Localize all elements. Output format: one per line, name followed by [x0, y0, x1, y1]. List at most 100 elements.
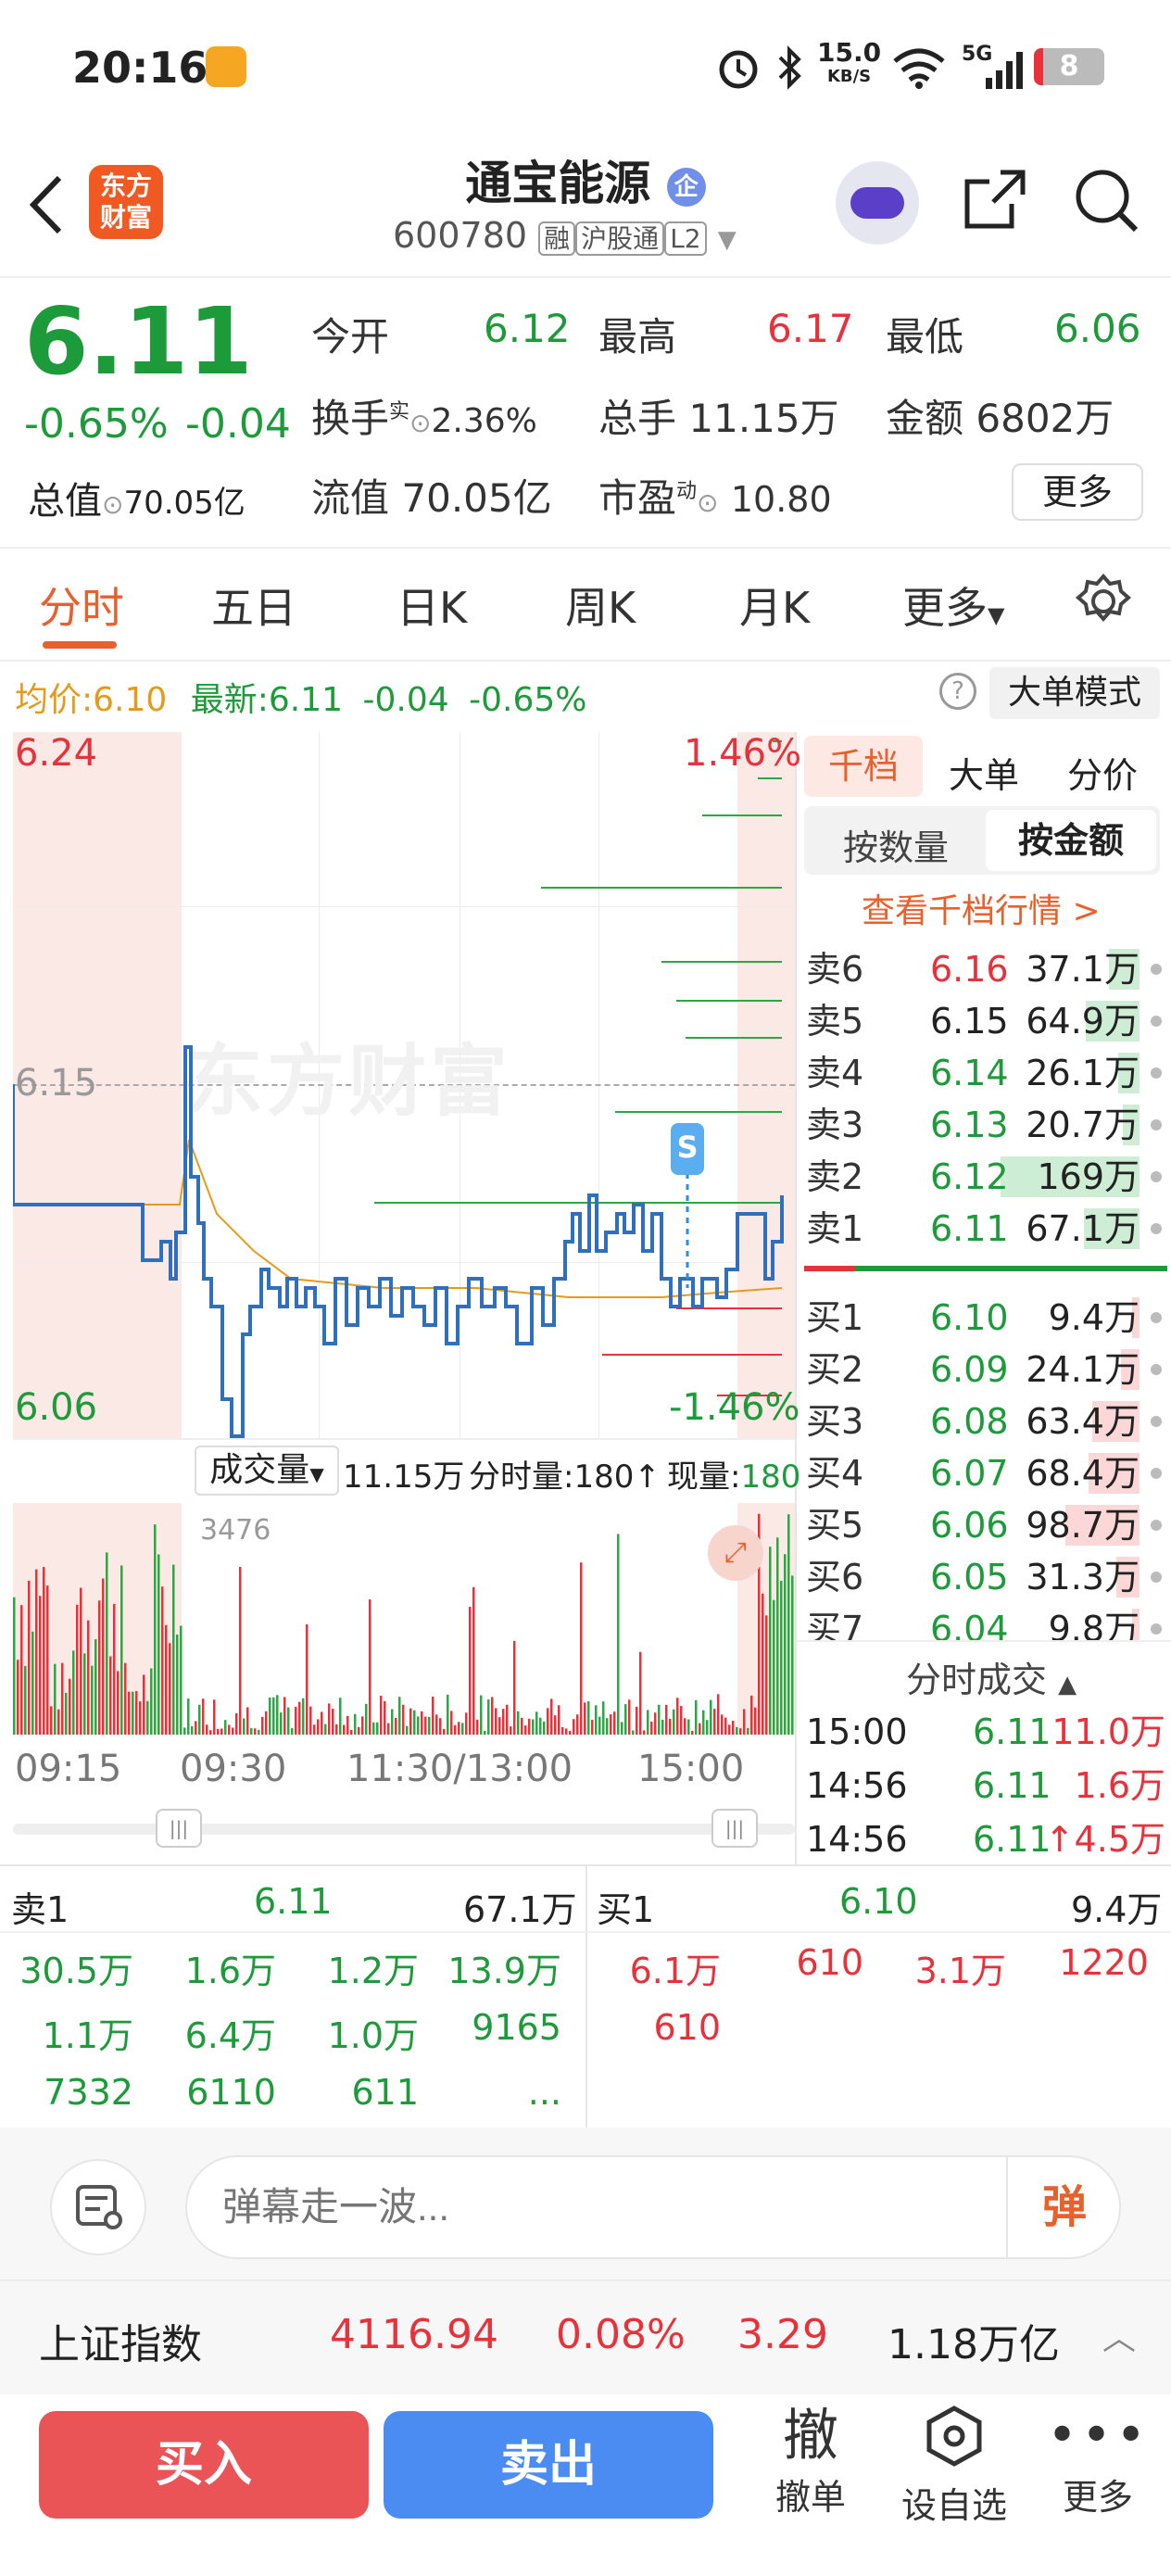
more-actions-button[interactable]: ••• 更多: [1047, 2404, 1149, 2519]
high-value: 6.17: [767, 306, 854, 351]
pct-axis-top: 1.46%: [684, 732, 802, 775]
help-icon[interactable]: ?: [939, 673, 976, 710]
bid-row[interactable]: 买6 6.05 31.3万: [804, 1551, 1167, 1603]
volume-bar: [176, 1634, 179, 1735]
level-price: 6.07: [930, 1453, 1009, 1494]
volume-bar: [673, 1709, 675, 1735]
subtab-by-amount[interactable]: 按金额: [986, 810, 1156, 871]
tab-monthly-k[interactable]: 月K: [739, 575, 810, 636]
volume-bar: [250, 1727, 253, 1735]
volume-max-label: 3476: [200, 1514, 271, 1547]
volume-bar: [28, 1580, 31, 1735]
volume-bar: [469, 1607, 472, 1735]
level-dot: [1151, 1223, 1162, 1234]
bid-row[interactable]: 买2 6.09 24.1万: [804, 1344, 1167, 1395]
share-icon[interactable]: [958, 163, 1032, 237]
volume-bar: [610, 1714, 612, 1735]
volume-bar: [154, 1524, 157, 1735]
volume-bar: [476, 1719, 479, 1735]
sell-queue-order: 611: [351, 2072, 419, 2113]
add-favorite-button[interactable]: 设自选: [889, 2404, 1019, 2528]
stock-code-row[interactable]: 600780 融沪股通 L2 ▼: [393, 215, 737, 256]
volume-bar: [576, 1714, 579, 1735]
signal-s-marker[interactable]: S: [671, 1123, 704, 1175]
volume-bar: [613, 1711, 616, 1735]
time-label-close: 15:00: [637, 1748, 745, 1790]
ask-row[interactable]: 卖5 6.15 64.9万: [804, 995, 1167, 1047]
volume-bar: [465, 1712, 468, 1735]
volume-bar: [246, 1707, 249, 1735]
tab-five-day[interactable]: 五日: [211, 575, 296, 636]
tab-weekly-k[interactable]: 周K: [565, 575, 636, 636]
ask-row[interactable]: 卖4 6.14 26.1万: [804, 1047, 1167, 1099]
cancel-order-button[interactable]: 撤 撤单: [760, 2404, 862, 2519]
y-axis-bottom: 6.06: [15, 1386, 98, 1429]
time-range-track[interactable]: [13, 1824, 795, 1835]
tab-more[interactable]: 更多▼: [902, 575, 1004, 636]
ask-row[interactable]: 卖6 6.16 37.1万: [804, 943, 1167, 995]
volume-bar: [743, 1709, 746, 1735]
bid-row[interactable]: 买3 6.08 63.4万: [804, 1395, 1167, 1447]
fullscreen-toggle-icon[interactable]: ⤢: [708, 1525, 763, 1581]
volume-indicator-select[interactable]: 成交量▼: [195, 1446, 339, 1496]
stock-name: 通宝能源: [465, 157, 651, 210]
tab-depth[interactable]: 千档: [804, 736, 923, 797]
intraday-price-chart[interactable]: [13, 732, 795, 1438]
danmu-input[interactable]: [222, 2174, 982, 2241]
sell-button[interactable]: 卖出: [384, 2411, 713, 2519]
ticks-title[interactable]: 分时成交 ▲: [906, 1651, 1077, 1702]
volume-bar: [191, 1725, 194, 1735]
ask-row[interactable]: 卖1 6.11 67.1万: [804, 1203, 1167, 1255]
ask-row[interactable]: 卖2 6.12 169万: [804, 1151, 1167, 1203]
volume-bar: [265, 1711, 268, 1735]
range-handle-left[interactable]: |||: [156, 1809, 202, 1848]
volume-bar: [143, 1674, 145, 1735]
price-line: [13, 1045, 784, 1438]
ask-row[interactable]: 卖3 6.13 20.7万: [804, 1099, 1167, 1151]
danmu-toggle-button[interactable]: 弹: [1006, 2155, 1121, 2259]
volume-bar: [421, 1711, 423, 1735]
volume-bar: [109, 1656, 112, 1735]
volume-bar: [773, 1599, 775, 1735]
volume-bar: [498, 1717, 501, 1735]
level-dot: [1151, 1572, 1162, 1583]
level-dot: [1151, 1364, 1162, 1375]
volume-bar: [650, 1721, 653, 1735]
settings-gear-icon[interactable]: [1075, 573, 1132, 630]
volume-bar: [565, 1728, 568, 1735]
bid-row[interactable]: 买5 6.06 98.7万: [804, 1499, 1167, 1551]
queue-header-divider: [0, 1931, 1171, 1933]
volume-bar: [680, 1706, 683, 1735]
volume-bar: [632, 1730, 635, 1735]
level-volume: 64.9万: [1026, 1001, 1140, 1042]
volume-bar: [43, 1567, 45, 1735]
volume-bar: [232, 1727, 234, 1735]
volume-bar: [80, 1587, 82, 1735]
bid-row[interactable]: 买1 6.10 9.4万: [804, 1292, 1167, 1344]
avg-latest-line: 均价:6.10 最新:6.11 -0.04 -0.65%: [15, 673, 586, 721]
chevron-up-icon[interactable]: ︿: [1102, 2311, 1136, 2359]
range-handle-right[interactable]: |||: [711, 1809, 758, 1848]
float-row: 流值 70.05亿: [311, 467, 552, 524]
big-order-mode-button[interactable]: 大单模式: [989, 667, 1160, 719]
volume-bar: [691, 1730, 694, 1735]
more-quote-button[interactable]: 更多: [1012, 463, 1143, 521]
search-icon[interactable]: [1069, 163, 1143, 237]
bid-row[interactable]: 买4 6.07 68.4万: [804, 1447, 1167, 1499]
buy-button[interactable]: 买入: [39, 2411, 369, 2519]
danmu-settings-icon[interactable]: [50, 2159, 146, 2255]
tab-price-dist[interactable]: 分价: [1067, 747, 1138, 798]
volume-bar: [172, 1564, 175, 1735]
assistant-avatar[interactable]: [836, 161, 919, 245]
view-depth-link[interactable]: 查看千档行情 >: [862, 884, 1101, 932]
volume-bar: [132, 1691, 134, 1735]
ticks-title-label: 分时成交: [906, 1660, 1048, 1700]
volume-bar: [535, 1711, 538, 1735]
tab-intraday[interactable]: 分时: [39, 575, 124, 636]
tab-daily-k[interactable]: 日K: [397, 575, 467, 636]
volume-bar: [502, 1709, 505, 1735]
subtab-by-quantity[interactable]: 按数量: [843, 819, 949, 870]
tab-big-orders[interactable]: 大单: [949, 747, 1019, 798]
volume-bars: [13, 1513, 794, 1735]
volume-bar: [87, 1620, 90, 1735]
